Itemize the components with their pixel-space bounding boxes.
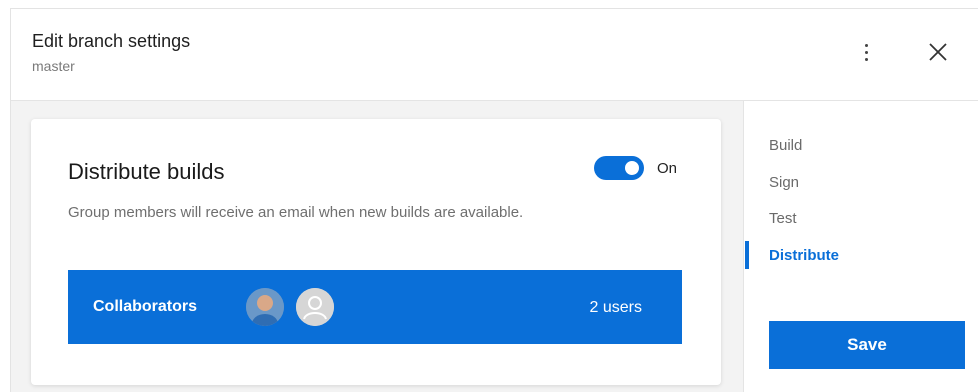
toggle-knob	[625, 161, 639, 175]
sidebar-item-sign[interactable]: Sign	[769, 174, 799, 191]
settings-sidebar: Build Sign Test Distribute Save	[745, 101, 978, 392]
sidebar-item-build[interactable]: Build	[769, 137, 802, 154]
card-description: Group members will receive an email when…	[68, 204, 524, 221]
close-button[interactable]	[925, 39, 951, 65]
branch-settings-panel: Edit branch settings master Distribute b…	[10, 8, 978, 392]
person-icon	[296, 288, 334, 326]
toggle-state-label: On	[657, 160, 678, 177]
avatar-placeholder	[296, 288, 334, 326]
active-nav-indicator	[745, 241, 749, 269]
collaborators-count: 2 users	[589, 299, 642, 316]
sidebar-item-test[interactable]: Test	[769, 210, 797, 227]
avatar	[246, 288, 284, 326]
main-content: Distribute builds On Group members will …	[11, 101, 744, 392]
branch-name: master	[32, 58, 75, 74]
card-title: Distribute builds	[68, 159, 225, 184]
save-button[interactable]: Save	[769, 321, 965, 369]
collaborators-row[interactable]: Collaborators 2 users	[68, 270, 682, 344]
more-options-button[interactable]	[851, 37, 881, 67]
sidebar-item-distribute[interactable]: Distribute	[769, 247, 839, 264]
close-icon	[929, 43, 947, 61]
page-title: Edit branch settings	[32, 31, 191, 51]
collaborators-label: Collaborators	[93, 298, 198, 315]
distribute-builds-card: Distribute builds On Group members will …	[31, 119, 721, 385]
user-photo-icon	[246, 288, 284, 326]
panel-header: Edit branch settings master	[11, 9, 978, 101]
more-vertical-icon	[864, 43, 868, 47]
distribute-toggle[interactable]	[594, 156, 644, 180]
